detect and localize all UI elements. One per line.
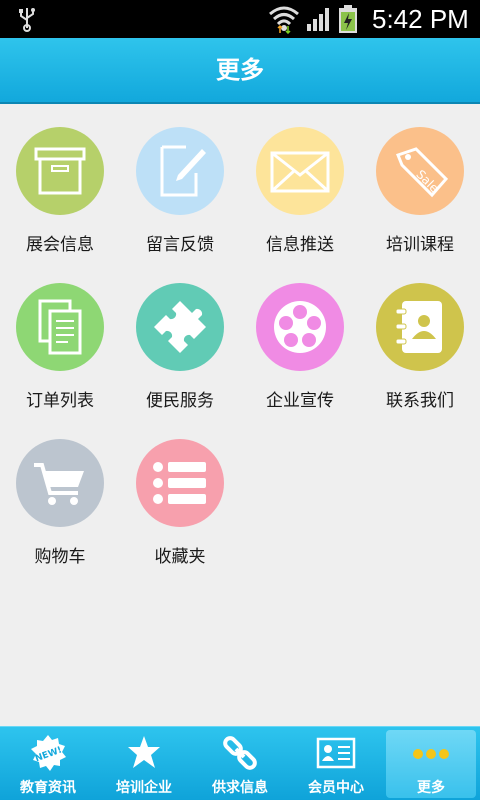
grid-item-convenience-service[interactable]: 便民服务 (120, 260, 240, 411)
grid-item-label: 联系我们 (386, 391, 454, 411)
link-icon (223, 736, 257, 770)
grid-item-push-info[interactable]: 信息推送 (240, 104, 360, 255)
grid-item-label: 信息推送 (266, 235, 334, 255)
tab-label: 更多 (417, 780, 445, 796)
usb-icon (19, 8, 35, 32)
cart-icon (16, 439, 104, 527)
puzzle-icon (136, 283, 224, 371)
tab-training-company[interactable]: 培训企业 (96, 727, 192, 800)
grid-item-label: 便民服务 (146, 391, 214, 411)
new-badge-icon: NEW! (31, 735, 66, 771)
battery-charging-icon (339, 5, 357, 33)
member-card-icon (316, 737, 356, 769)
envelope-icon (256, 127, 344, 215)
tab-supply-demand[interactable]: 供求信息 (192, 727, 288, 800)
grid-item-shopping-cart[interactable]: 购物车 (0, 416, 120, 567)
grid-item-order-list[interactable]: 订单列表 (0, 260, 120, 411)
grid-item-company-promo[interactable]: 企业宣传 (240, 260, 360, 411)
tab-label: 培训企业 (116, 780, 172, 796)
grid-item-label: 展会信息 (26, 235, 94, 255)
header-bar: 更多 (0, 38, 480, 104)
film-reel-icon (256, 283, 344, 371)
grid-item-contact-us[interactable]: 联系我们 (360, 260, 480, 411)
clock-time: 5:42 PM (372, 4, 469, 34)
bottom-tab-bar: NEW! 教育资讯 培训企业 供求信息 会员中心 更多 (0, 726, 480, 800)
tab-label: 教育资讯 (20, 780, 76, 796)
grid-item-favorites[interactable]: 收藏夹 (120, 416, 240, 567)
grid-item-label: 订单列表 (26, 391, 94, 411)
list-icon (136, 439, 224, 527)
contacts-book-icon (376, 283, 464, 371)
box-icon (16, 127, 104, 215)
more-dots-icon (413, 749, 449, 759)
grid-item-exhibition-info[interactable]: 展会信息 (0, 104, 120, 255)
grid-item-label: 留言反馈 (146, 235, 214, 255)
page-title: 更多 (216, 56, 264, 84)
grid-item-label: 企业宣传 (266, 391, 334, 411)
grid-item-training-course[interactable]: Sale 培训课程 (360, 104, 480, 255)
star-icon (128, 736, 160, 768)
tab-member-center[interactable]: 会员中心 (288, 727, 384, 800)
tab-more[interactable]: 更多 (386, 730, 476, 798)
tab-label: 会员中心 (308, 780, 364, 796)
documents-icon (16, 283, 104, 371)
edit-icon (136, 127, 224, 215)
grid-item-label: 购物车 (34, 547, 86, 567)
grid-item-feedback[interactable]: 留言反馈 (120, 104, 240, 255)
status-bar: 5:42 PM (0, 0, 480, 38)
tab-education-news[interactable]: NEW! 教育资讯 (0, 727, 96, 800)
grid-item-label: 收藏夹 (154, 547, 206, 567)
sale-tag-icon: Sale (376, 127, 464, 215)
menu-grid: 展会信息 留言反馈 信息推送 Sale 培训课程 订单列表 便民服务 企业宣传 … (0, 104, 480, 726)
grid-item-label: 培训课程 (386, 235, 454, 255)
signal-icon (307, 8, 329, 31)
wifi-icon (269, 6, 299, 34)
tab-label: 供求信息 (212, 780, 268, 796)
